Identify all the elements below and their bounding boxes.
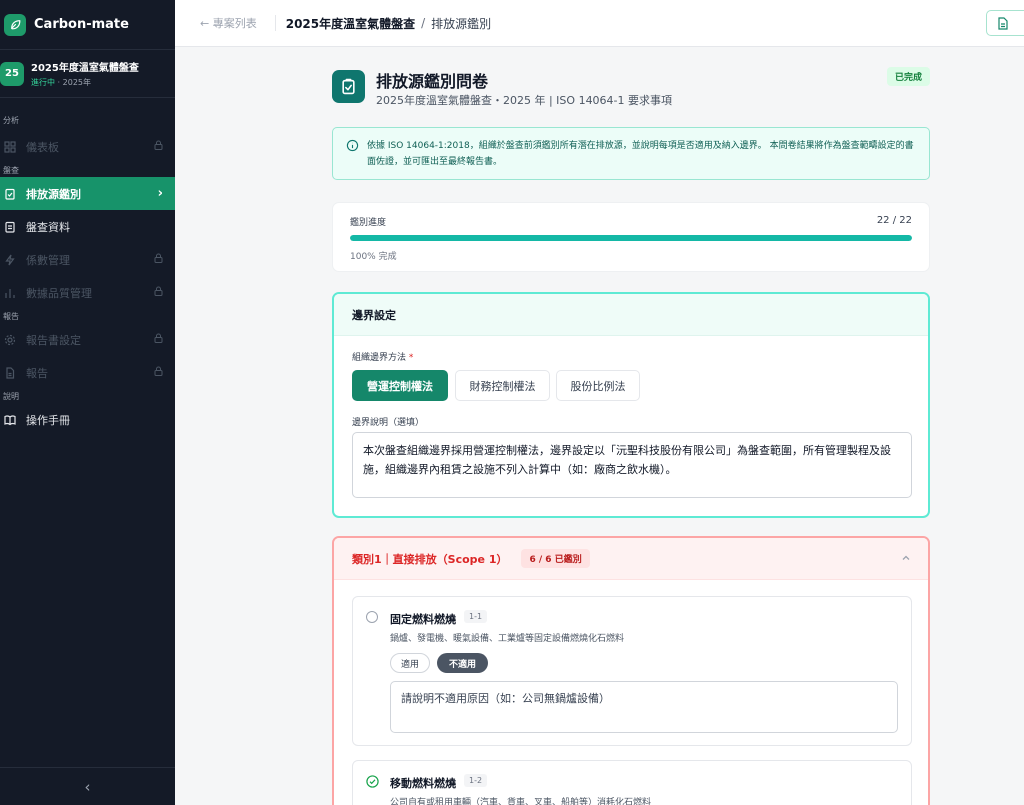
lock-icon bbox=[154, 286, 163, 299]
export-document-button[interactable] bbox=[986, 10, 1024, 36]
sidebar-item-label: 儀表板 bbox=[26, 140, 59, 154]
page-header: 排放源鑑別問卷 2025年度溫室氣體盤查・2025 年 | ISO 14064-… bbox=[332, 60, 930, 120]
section-label-help: 說明 bbox=[3, 392, 19, 401]
sidebar-item-report[interactable]: 報告 bbox=[0, 356, 175, 389]
section-label-inventory: 盤查 bbox=[3, 166, 19, 175]
lock-icon bbox=[154, 140, 163, 153]
brand-name: Carbon-mate bbox=[34, 17, 129, 32]
progress-percent: 100% 完成 bbox=[350, 252, 397, 262]
sidebar: Carbon-mate 25 2025年度溫室氣體盤查 進行中 · 2025年 … bbox=[0, 0, 175, 805]
section-label-analysis: 分析 bbox=[3, 116, 19, 125]
progress-bar bbox=[350, 235, 912, 241]
section-label-report: 報告 bbox=[3, 312, 19, 321]
item-code-badge: 1-1 bbox=[464, 610, 488, 623]
method-operational-control-button[interactable]: 營運控制權法 bbox=[352, 370, 448, 401]
page-subtitle: 2025年度溫室氣體盤查・2025 年 | ISO 14064-1 要求事項 bbox=[376, 94, 673, 107]
item-description: 公司自有或租用車輛（汽車、貨車、叉車、船舶等）消耗化石燃料 bbox=[390, 798, 652, 805]
main-content: 排放源鑑別問卷 2025年度溫室氣體盤查・2025 年 | ISO 14064-… bbox=[332, 60, 930, 805]
category-title: 類別1｜直接排放（Scope 1） bbox=[352, 552, 508, 566]
emission-item-1-2: 移動燃料燃燒 1-2 公司自有或租用車輛（汽車、貨車、叉車、船舶等）消耗化石燃料 bbox=[352, 760, 912, 805]
sidebar-item-data-quality[interactable]: 數據品質管理 bbox=[0, 276, 175, 309]
item-title: 固定燃料燃燒 bbox=[390, 613, 456, 626]
not-applicable-reason-input[interactable]: 請說明不適用原因（如：公司無鍋爐設備） bbox=[390, 681, 898, 733]
file-text-icon bbox=[998, 16, 1008, 30]
project-badge: 25 bbox=[0, 61, 24, 86]
item-status-radio bbox=[366, 611, 378, 623]
document-icon bbox=[6, 366, 15, 379]
required-mark: * bbox=[408, 353, 414, 363]
brand[interactable]: Carbon-mate bbox=[0, 0, 175, 50]
sidebar-item-dashboard[interactable]: 儀表板 bbox=[0, 130, 175, 163]
sidebar-item-label: 數據品質管理 bbox=[26, 286, 92, 300]
info-text: 依據 ISO 14064-1:2018，組織於盤查前須鑑別所有潛在排放源，並說明… bbox=[367, 141, 914, 167]
boundary-method-label-text: 組織邊界方法 bbox=[352, 353, 407, 363]
sidebar-item-report-settings[interactable]: 報告書設定 bbox=[0, 323, 175, 356]
info-icon bbox=[346, 139, 359, 152]
clipboard-check-icon bbox=[332, 70, 365, 103]
chevron-left-icon: ‹ bbox=[84, 777, 91, 796]
lock-icon bbox=[154, 333, 163, 346]
info-alert: 依據 ISO 14064-1:2018，組織於盤查前須鑑別所有潛在排放源，並說明… bbox=[332, 127, 930, 180]
breadcrumb-separator: / bbox=[421, 16, 426, 30]
progress-bar-fill bbox=[350, 235, 912, 241]
progress-count: 22 / 22 bbox=[876, 215, 912, 226]
sidebar-item-label: 排放源鑑別 bbox=[26, 187, 81, 201]
project-text: 2025年度溫室氣體盤查 進行中 · 2025年 bbox=[31, 59, 139, 88]
gear-icon bbox=[4, 334, 16, 345]
divider bbox=[274, 15, 276, 31]
boundary-method-label: 組織邊界方法 * bbox=[352, 350, 413, 363]
sidebar-item-label: 報告 bbox=[26, 366, 48, 380]
boundary-desc-textarea[interactable]: 本次盤查組織邊界採用營運控制權法，邊界設定以「沅聖科技股份有限公司」為盤查範圍，… bbox=[352, 432, 912, 498]
project-status: 進行中 bbox=[31, 78, 55, 87]
lock-icon bbox=[154, 253, 163, 266]
category-1-card: 類別1｜直接排放（Scope 1） 6 / 6 已鑑別 固定燃料燃燒 1-1 鍋… bbox=[332, 536, 930, 805]
bar-chart-icon bbox=[5, 288, 15, 298]
breadcrumb-project[interactable]: 2025年度溫室氣體盤查 bbox=[286, 15, 415, 32]
category-count-badge: 6 / 6 已鑑別 bbox=[521, 549, 590, 568]
emission-item-1-1: 固定燃料燃燒 1-1 鍋爐、發電機、暖氣設備、工業爐等固定設備燃燒化石燃料 適用… bbox=[352, 596, 912, 746]
sidebar-item-inventory-data[interactable]: 盤查資料 bbox=[0, 210, 175, 243]
back-to-projects-link[interactable]: ← 專案列表 bbox=[200, 15, 257, 31]
check-circle-icon bbox=[366, 775, 379, 788]
status-badge: 已完成 bbox=[886, 67, 930, 86]
project-switcher[interactable]: 25 2025年度溫室氣體盤查 進行中 · 2025年 bbox=[0, 50, 175, 98]
sidebar-item-label: 係數管理 bbox=[26, 253, 70, 267]
method-equity-share-button[interactable]: 股份比例法 bbox=[556, 370, 640, 401]
boundary-settings-title: 邊界設定 bbox=[334, 294, 928, 336]
not-applicable-button[interactable]: 不適用 bbox=[437, 653, 488, 673]
boundary-desc-label: 邊界說明（選填） bbox=[352, 418, 425, 428]
chevron-up-icon[interactable] bbox=[900, 552, 912, 564]
sidebar-item-emission-identification[interactable]: 排放源鑑別 › bbox=[0, 177, 175, 210]
project-year: · 2025年 bbox=[57, 78, 91, 87]
sidebar-item-label: 報告書設定 bbox=[26, 333, 81, 347]
sidebar-item-label: 操作手冊 bbox=[26, 413, 70, 427]
item-title: 移動燃料燃燒 bbox=[390, 777, 456, 790]
sidebar-collapse-button[interactable]: ‹ bbox=[0, 767, 175, 805]
grid-icon bbox=[4, 140, 16, 153]
clipboard-icon bbox=[5, 221, 15, 233]
item-description: 鍋爐、發電機、暖氣設備、工業爐等固定設備燃燒化石燃料 bbox=[390, 634, 625, 644]
lightning-icon bbox=[5, 254, 15, 265]
applicable-button[interactable]: 適用 bbox=[390, 653, 430, 673]
chevron-right-icon: › bbox=[157, 186, 163, 201]
sidebar-item-manual[interactable]: 操作手冊 bbox=[0, 403, 175, 436]
breadcrumb-current: 排放源鑑別 bbox=[431, 16, 492, 31]
book-icon bbox=[4, 414, 16, 425]
page-title: 排放源鑑別問卷 bbox=[376, 72, 489, 91]
progress-label: 鑑別進度 bbox=[350, 218, 387, 228]
method-financial-control-button[interactable]: 財務控制權法 bbox=[455, 370, 550, 401]
lock-icon bbox=[154, 366, 163, 379]
project-name: 2025年度溫室氣體盤查 bbox=[31, 63, 139, 74]
progress-card: 鑑別進度 22 / 22 100% 完成 bbox=[332, 202, 930, 272]
clipboard-check-icon bbox=[5, 188, 15, 200]
sidebar-item-factor-management[interactable]: 係數管理 bbox=[0, 243, 175, 276]
sidebar-item-label: 盤查資料 bbox=[26, 220, 70, 234]
item-code-badge: 1-2 bbox=[464, 774, 488, 787]
project-meta: 進行中 · 2025年 bbox=[31, 77, 139, 88]
topbar: ← 專案列表 2025年度溫室氣體盤查 / 排放源鑑別 bbox=[175, 0, 1024, 47]
leaf-logo-icon bbox=[4, 13, 26, 36]
category-header[interactable]: 類別1｜直接排放（Scope 1） 6 / 6 已鑑別 bbox=[334, 538, 928, 580]
boundary-settings-card: 邊界設定 組織邊界方法 * 營運控制權法 財務控制權法 股份比例法 邊界說明（選… bbox=[332, 292, 930, 518]
